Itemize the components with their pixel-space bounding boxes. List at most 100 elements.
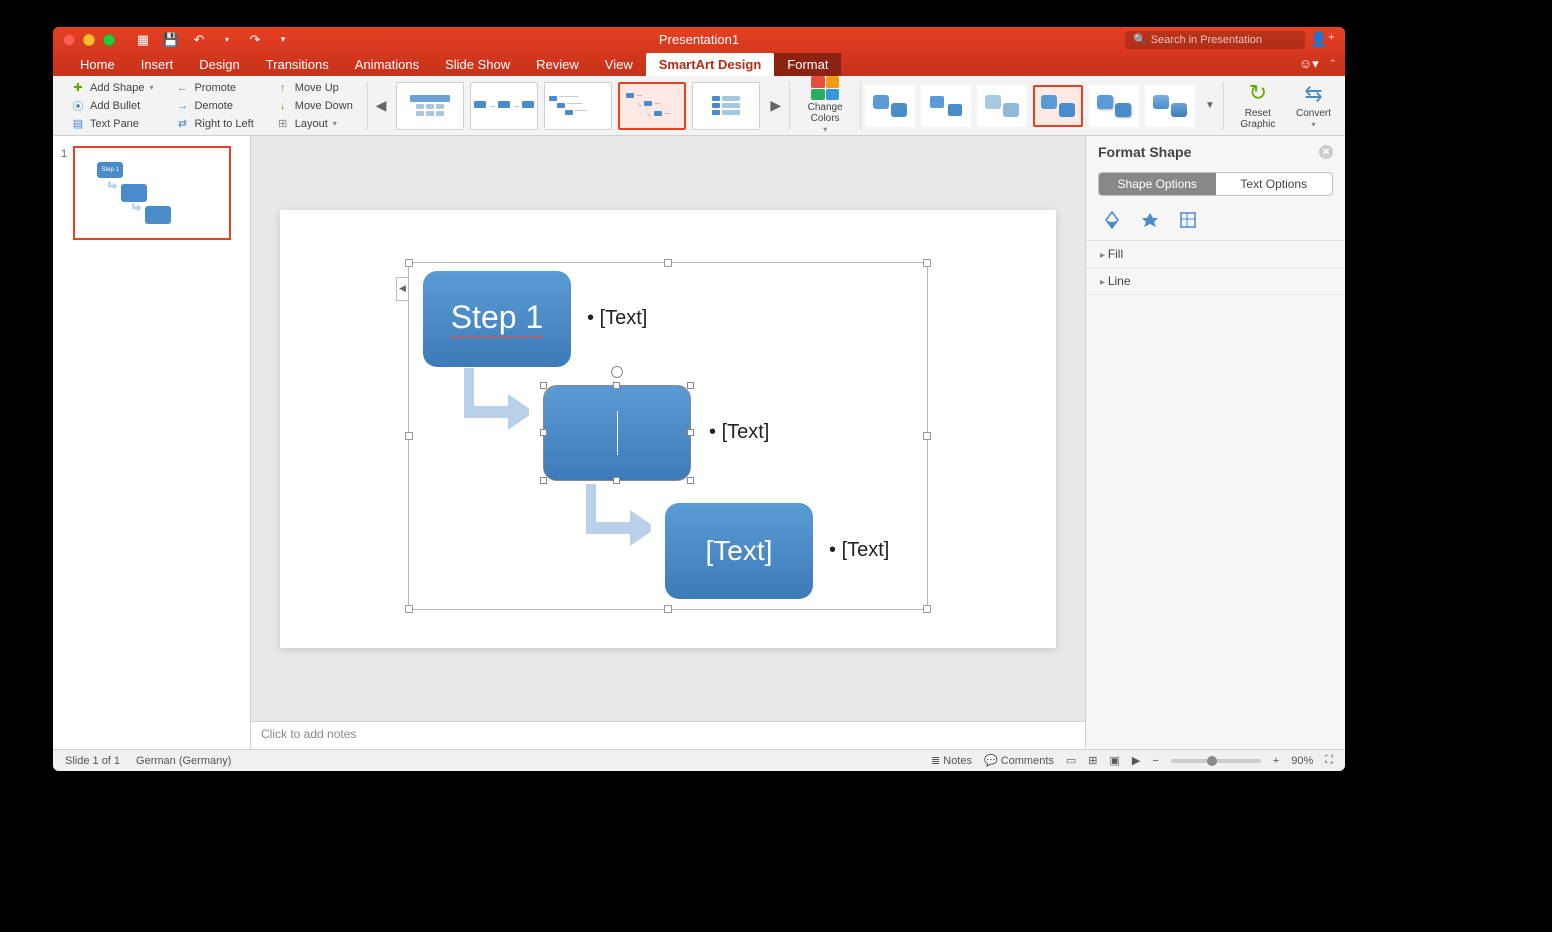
smartart-step-1[interactable]: Step 1 <box>423 271 571 367</box>
normal-view-icon[interactable]: ▭ <box>1066 754 1076 767</box>
fill-section[interactable]: Fill <box>1086 241 1345 268</box>
tab-insert[interactable]: Insert <box>128 53 187 76</box>
maximize-window-button[interactable] <box>103 34 115 46</box>
shape-handle[interactable] <box>687 477 694 484</box>
text-options-tab[interactable]: Text Options <box>1216 173 1333 195</box>
tab-design[interactable]: Design <box>186 53 252 76</box>
layout-option-5[interactable] <box>692 82 760 130</box>
layout-button[interactable]: ⊞Layout ▾ <box>272 116 357 132</box>
layout-next-icon[interactable]: ▶ <box>766 97 785 114</box>
rtl-button[interactable]: ⇄Right to Left <box>171 116 257 132</box>
undo-dropdown-icon[interactable]: ▾ <box>219 32 235 48</box>
add-bullet-button[interactable]: ⦿Add Bullet <box>67 98 157 114</box>
close-window-button[interactable] <box>63 34 75 46</box>
change-colors-button[interactable]: Change Colors ▾ <box>794 76 856 135</box>
move-up-button[interactable]: ↑Move Up <box>272 80 357 96</box>
shape-handle[interactable] <box>540 429 547 436</box>
tab-transitions[interactable]: Transitions <box>253 53 342 76</box>
shape-handle[interactable] <box>613 382 620 389</box>
resize-handle-mr[interactable] <box>923 432 931 440</box>
convert-button[interactable]: ⇆ Convert ▾ <box>1290 80 1337 132</box>
style-more-icon[interactable]: ▼ <box>1201 100 1219 111</box>
shape-handle[interactable] <box>687 429 694 436</box>
resize-handle-bm[interactable] <box>664 605 672 613</box>
collapse-ribbon-icon[interactable]: ˆ <box>1331 57 1335 72</box>
shape-handle[interactable] <box>613 477 620 484</box>
search-input[interactable] <box>1151 34 1297 46</box>
tab-view[interactable]: View <box>592 53 646 76</box>
slide-canvas[interactable]: ◀ Step 1 <box>280 210 1056 648</box>
move-down-button[interactable]: ↓Move Down <box>272 98 357 114</box>
tab-home[interactable]: Home <box>67 53 128 76</box>
rotate-handle[interactable] <box>611 366 623 378</box>
fill-line-icon[interactable] <box>1102 210 1122 230</box>
layout-prev-icon[interactable]: ◀ <box>372 97 391 114</box>
smartart-container[interactable]: ◀ Step 1 <box>408 262 928 610</box>
layout-option-3[interactable] <box>544 82 612 130</box>
zoom-percent[interactable]: 90% <box>1291 755 1313 767</box>
slideshow-view-icon[interactable]: ▶ <box>1132 754 1140 767</box>
qat-customize-icon[interactable]: ▾ <box>275 32 291 48</box>
shape-handle[interactable] <box>540 477 547 484</box>
resize-handle-ml[interactable] <box>405 432 413 440</box>
line-section[interactable]: Line <box>1086 268 1345 295</box>
reset-graphic-button[interactable]: ↻ Reset Graphic <box>1228 79 1288 131</box>
fit-to-window-icon[interactable]: ⛶ <box>1325 754 1333 767</box>
document-title: Presentation1 <box>659 32 739 47</box>
minimize-window-button[interactable] <box>83 34 95 46</box>
style-option-1[interactable] <box>865 85 915 127</box>
file-menu-icon[interactable]: ▦ <box>135 32 151 48</box>
resize-handle-bl[interactable] <box>405 605 413 613</box>
smartart-bullet-3[interactable]: • [Text] <box>829 539 889 562</box>
text-pane-toggle[interactable]: ◀ <box>396 277 408 301</box>
zoom-in-icon[interactable]: + <box>1273 755 1279 767</box>
smartart-step-3[interactable]: [Text] <box>665 503 813 599</box>
close-panel-icon[interactable]: ✕ <box>1319 145 1333 159</box>
style-option-4[interactable] <box>1033 85 1083 127</box>
style-option-3[interactable] <box>977 85 1027 127</box>
reading-view-icon[interactable]: ▣ <box>1110 754 1120 767</box>
tab-animations[interactable]: Animations <box>342 53 432 76</box>
undo-icon[interactable]: ↶ <box>191 32 207 48</box>
layout-option-1[interactable] <box>396 82 464 130</box>
style-option-6[interactable] <box>1145 85 1195 127</box>
notes-placeholder[interactable]: Click to add notes <box>251 721 1085 749</box>
tab-slideshow[interactable]: Slide Show <box>432 53 523 76</box>
feedback-icon[interactable]: ☺▾ <box>1299 56 1319 72</box>
effects-icon[interactable] <box>1140 210 1160 230</box>
layout-option-4[interactable]: —↳—↳— <box>618 82 686 130</box>
resize-handle-tl[interactable] <box>405 259 413 267</box>
size-properties-icon[interactable] <box>1178 210 1198 230</box>
text-pane-button[interactable]: ▤Text Pane <box>67 116 157 132</box>
style-option-2[interactable] <box>921 85 971 127</box>
zoom-slider[interactable] <box>1171 759 1261 763</box>
tab-review[interactable]: Review <box>523 53 592 76</box>
promote-button[interactable]: ←Promote <box>171 80 257 96</box>
resize-handle-tm[interactable] <box>664 259 672 267</box>
style-option-5[interactable] <box>1089 85 1139 127</box>
resize-handle-br[interactable] <box>923 605 931 613</box>
save-icon[interactable]: 💾 <box>163 32 179 48</box>
tab-format[interactable]: Format <box>774 53 841 76</box>
add-shape-button[interactable]: ✚Add Shape ▾ <box>67 80 157 96</box>
shape-handle[interactable] <box>687 382 694 389</box>
smartart-bullet-1[interactable]: • [Text] <box>587 307 647 330</box>
language-indicator[interactable]: German (Germany) <box>136 755 231 767</box>
comments-toggle[interactable]: 💬 Comments <box>984 754 1054 767</box>
smartart-step-2[interactable] <box>543 385 691 481</box>
shape-handle[interactable] <box>540 382 547 389</box>
slide-counter[interactable]: Slide 1 of 1 <box>65 755 120 767</box>
layout-option-2[interactable]: →→ <box>470 82 538 130</box>
tab-smartart-design[interactable]: SmartArt Design <box>646 53 775 76</box>
notes-toggle[interactable]: ≣ Notes <box>931 754 972 767</box>
resize-handle-tr[interactable] <box>923 259 931 267</box>
smartart-bullet-2[interactable]: • [Text] <box>709 421 769 444</box>
sorter-view-icon[interactable]: ⊞ <box>1088 754 1097 767</box>
shape-options-tab[interactable]: Shape Options <box>1099 173 1216 195</box>
share-icon[interactable]: 👤⁺ <box>1310 31 1335 48</box>
redo-icon[interactable]: ↷ <box>247 32 263 48</box>
demote-button[interactable]: →Demote <box>171 98 257 114</box>
slide-thumbnail-1[interactable]: Step 1 <box>73 146 231 240</box>
zoom-out-icon[interactable]: − <box>1152 755 1158 767</box>
search-box[interactable]: 🔍 <box>1125 31 1305 49</box>
